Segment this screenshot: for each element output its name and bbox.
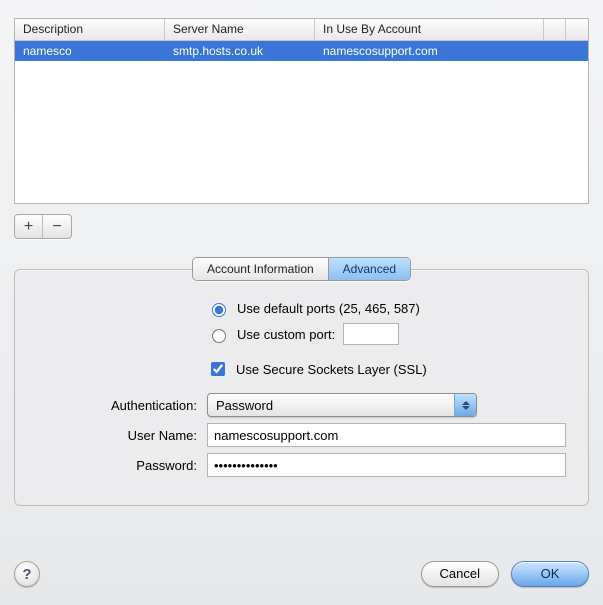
add-server-button[interactable]: + xyxy=(15,215,43,238)
smtp-server-table[interactable]: Description Server Name In Use By Accoun… xyxy=(14,18,589,204)
cell-description: namesco xyxy=(15,42,165,60)
tab-advanced[interactable]: Advanced xyxy=(328,258,410,280)
tab-account-information[interactable]: Account Information xyxy=(193,258,328,280)
use-default-ports-label: Use default ports (25, 465, 587) xyxy=(237,301,420,316)
use-ssl-checkbox[interactable] xyxy=(211,362,225,376)
ok-button[interactable]: OK xyxy=(511,561,589,587)
cell-server-name: smtp.hosts.co.uk xyxy=(165,42,315,60)
column-header-spacer xyxy=(544,19,566,40)
table-header-row: Description Server Name In Use By Accoun… xyxy=(15,19,588,41)
use-custom-port-label: Use custom port: xyxy=(237,327,335,342)
authentication-value: Password xyxy=(216,398,273,413)
use-ssl-label: Use Secure Sockets Layer (SSL) xyxy=(236,362,427,377)
authentication-select[interactable]: Password xyxy=(207,393,477,417)
authentication-label: Authentication: xyxy=(37,398,207,413)
column-header-in-use-by[interactable]: In Use By Account xyxy=(315,19,544,40)
username-label: User Name: xyxy=(37,428,207,443)
column-header-description[interactable]: Description xyxy=(15,19,165,40)
custom-port-input[interactable] xyxy=(343,323,399,345)
add-remove-group: + − xyxy=(14,214,72,239)
column-header-server-name[interactable]: Server Name xyxy=(165,19,315,40)
password-input[interactable] xyxy=(207,453,566,477)
username-input[interactable] xyxy=(207,423,566,447)
use-custom-port-radio[interactable] xyxy=(212,329,226,343)
use-default-ports-radio[interactable] xyxy=(212,303,226,317)
advanced-pane: Use default ports (25, 465, 587) Use cus… xyxy=(14,269,589,506)
popup-arrows-icon xyxy=(454,394,476,416)
remove-server-button[interactable]: − xyxy=(43,215,71,238)
help-button[interactable]: ? xyxy=(14,561,40,587)
cancel-button[interactable]: Cancel xyxy=(421,561,499,587)
table-row[interactable]: namesco smtp.hosts.co.uk namescosupport.… xyxy=(15,41,588,61)
column-header-spacer xyxy=(566,19,588,40)
tab-bar: Account Information Advanced xyxy=(14,257,589,281)
password-label: Password: xyxy=(37,458,207,473)
smtp-settings-sheet: Description Server Name In Use By Accoun… xyxy=(0,0,603,605)
cell-in-use-by: namescosupport.com xyxy=(315,42,544,60)
footer: ? Cancel OK xyxy=(14,561,589,587)
